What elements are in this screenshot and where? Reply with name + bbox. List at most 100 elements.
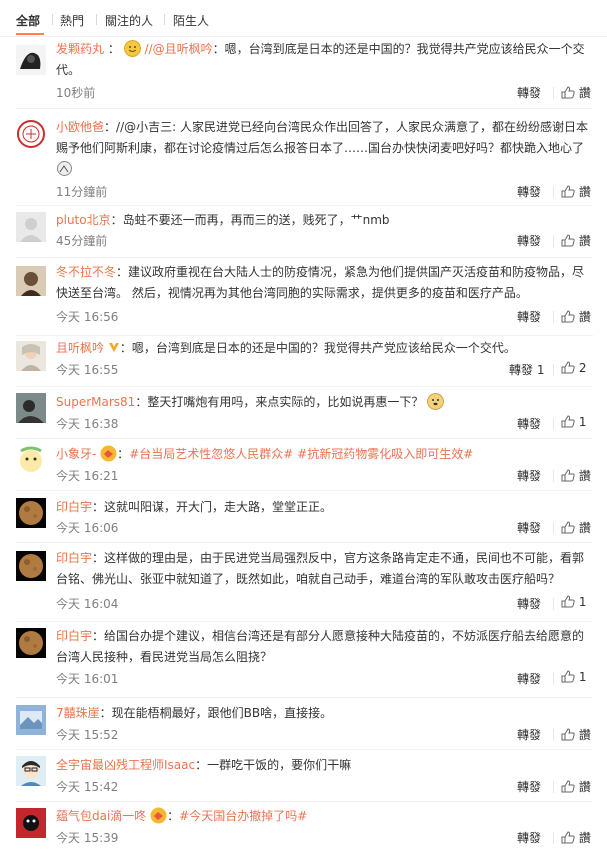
comment-item: 小欧他爸：//@小吉三: 人家民进党已经向台湾民众作出回答了，人家民众满意了，都… bbox=[16, 109, 593, 206]
comment-item: SuperMars81：整天打嘴炮有用吗，来点实际的，比如说再惠一下？ 今天 1… bbox=[16, 387, 593, 439]
avatar[interactable] bbox=[16, 628, 46, 658]
avatar[interactable] bbox=[16, 266, 46, 296]
username[interactable]: 小欧他爸 bbox=[56, 120, 104, 134]
comment-time: 今天 16:56 bbox=[56, 310, 119, 324]
member-badge-icon bbox=[100, 445, 117, 462]
comment-time: 今天 15:39 bbox=[56, 831, 119, 845]
thumbs-up-icon bbox=[561, 361, 575, 374]
verified-badge-icon bbox=[108, 343, 119, 352]
member-badge-icon bbox=[150, 807, 167, 824]
tab-following[interactable]: 關注的人 bbox=[105, 12, 153, 29]
username[interactable]: 小象牙- bbox=[56, 447, 96, 461]
username[interactable]: 印白宇 bbox=[56, 551, 92, 565]
comment-item: 小象牙- ：#台当局艺术性忽悠人民群众# #抗新冠药物雾化吸入即可生效# 今天 … bbox=[16, 439, 593, 491]
repost-button[interactable]: 轉發 bbox=[517, 467, 541, 484]
avatar[interactable] bbox=[16, 45, 46, 75]
like-count: 1 bbox=[578, 670, 587, 684]
avatar[interactable] bbox=[16, 212, 46, 242]
like-button[interactable]: 讚 bbox=[561, 778, 591, 795]
thumbs-up-icon bbox=[561, 234, 575, 247]
comment-time: 45分鐘前 bbox=[56, 234, 108, 248]
like-button[interactable]: 2 bbox=[561, 361, 586, 375]
repost-button[interactable]: 轉發 bbox=[517, 183, 541, 200]
avatar[interactable] bbox=[16, 341, 46, 371]
like-button[interactable]: 1 bbox=[561, 595, 586, 609]
repost-button[interactable]: 轉發 bbox=[517, 308, 541, 325]
comment-time: 今天 16:21 bbox=[56, 469, 119, 483]
like-button[interactable]: 讚 bbox=[561, 308, 591, 325]
comment-item: 且听枫吟 ：嗯，台湾到底是日本的还是中国的？我觉得共产党应该给民众一个交代。 今… bbox=[16, 336, 593, 387]
repost-button[interactable]: 轉發 bbox=[517, 670, 541, 687]
comment-text: 整天打嘴炮有用吗，来点实际的，比如说再惠一下？ bbox=[147, 395, 424, 409]
thumbs-up-icon bbox=[561, 595, 575, 608]
repost-button[interactable]: 轉發 bbox=[517, 84, 541, 101]
comment-item: 冬不拉不冬：建议政府重视在台大陆人士的防疫情况，紧急为他们提供国产灭活疫苗和防疫… bbox=[16, 258, 593, 336]
avatar[interactable] bbox=[16, 119, 46, 149]
thumbs-up-icon bbox=[561, 521, 575, 534]
mention-link[interactable]: //@且听枫吟 bbox=[145, 42, 213, 56]
like-button[interactable]: 讚 bbox=[561, 467, 591, 484]
avatar[interactable] bbox=[16, 498, 46, 528]
doge-emoji-icon bbox=[427, 393, 445, 410]
like-button[interactable]: 讚 bbox=[561, 183, 591, 200]
username[interactable]: 印白宇 bbox=[56, 629, 92, 643]
username[interactable]: SuperMars81 bbox=[56, 395, 135, 409]
comment-time: 今天 16:06 bbox=[56, 521, 119, 535]
like-count: 1 bbox=[578, 415, 587, 429]
username[interactable]: 印白宇 bbox=[56, 500, 92, 514]
filter-tabs: 全部 熱門 關注的人 陌生人 bbox=[0, 0, 607, 37]
like-button[interactable]: 1 bbox=[561, 415, 586, 429]
username[interactable]: 全宇宙最凶残工程师Isaac bbox=[56, 758, 195, 772]
topic-link[interactable]: #今天国台办撤掉了吗# bbox=[179, 809, 307, 823]
comment-list: 发颗药丸 ： //@且听枫吟：嗯，台湾到底是日本的还是中国的？我觉得共产党应该给… bbox=[16, 37, 593, 850]
like-count: 1 bbox=[578, 595, 587, 609]
active-tab-indicator bbox=[16, 33, 44, 35]
repost-button[interactable]: 轉發 bbox=[517, 519, 541, 536]
username[interactable]: 发颗药丸 bbox=[56, 42, 104, 56]
repost-button[interactable]: 轉發 bbox=[517, 726, 541, 743]
repost-button[interactable]: 轉發 bbox=[517, 232, 541, 249]
repost-button[interactable]: 轉發 bbox=[517, 778, 541, 795]
repost-button[interactable]: 轉發 bbox=[517, 415, 541, 432]
thumbs-up-icon bbox=[561, 310, 575, 323]
comment-item: 7囍珠崖：现在能梧桐最好，跟他们BB啥，直接接。 今天 15:52 轉發 讚 bbox=[16, 698, 593, 750]
like-button[interactable]: 讚 bbox=[561, 84, 591, 101]
thumbs-up-icon bbox=[561, 415, 575, 428]
tab-all[interactable]: 全部 bbox=[16, 12, 40, 29]
thumbs-up-icon bbox=[561, 469, 575, 482]
thumbs-up-icon bbox=[561, 780, 575, 793]
comment-time: 今天 15:52 bbox=[56, 728, 119, 742]
repost-button[interactable]: 轉發 bbox=[517, 595, 541, 612]
repost-button[interactable]: 轉發 1 bbox=[509, 361, 544, 378]
comment-text: 嗯，台湾到底是日本的还是中国的？我觉得共产党应该给民众一个交代。 bbox=[131, 341, 516, 355]
username[interactable]: 冬不拉不冬 bbox=[56, 265, 116, 279]
comment-text: 岛蛀不要还一而再，再而三的送，贱死了，艹nmb bbox=[122, 213, 390, 227]
like-button[interactable]: 讚 bbox=[561, 726, 591, 743]
comment-item: 印白宇：这就叫阳谋，开大门，走大路，堂堂正正。 今天 16:06 轉發 讚 bbox=[16, 491, 593, 543]
comment-time: 11分鐘前 bbox=[56, 185, 108, 199]
avatar[interactable] bbox=[16, 445, 46, 475]
topic-link[interactable]: #抗新冠药物雾化吸入即可生效# bbox=[297, 447, 473, 461]
comment-time: 今天 16:38 bbox=[56, 417, 119, 431]
like-button[interactable]: 讚 bbox=[561, 232, 591, 249]
username[interactable]: 蕴气包dai滴一咚 bbox=[56, 809, 146, 823]
avatar[interactable] bbox=[16, 393, 46, 423]
username[interactable]: 且听枫吟 bbox=[56, 341, 104, 355]
like-button[interactable]: 1 bbox=[561, 670, 586, 684]
repost-button[interactable]: 轉發 bbox=[517, 829, 541, 846]
avatar[interactable] bbox=[16, 808, 46, 838]
avatar[interactable] bbox=[16, 756, 46, 786]
repost-count: 1 bbox=[536, 363, 545, 377]
thumbs-up-icon bbox=[561, 670, 575, 683]
tab-hot[interactable]: 熱門 bbox=[60, 12, 84, 29]
avatar[interactable] bbox=[16, 705, 46, 735]
username[interactable]: 7囍珠崖 bbox=[56, 706, 100, 720]
topic-link[interactable]: #台当局艺术性忽悠人民群众# bbox=[129, 447, 293, 461]
avatar[interactable] bbox=[16, 551, 46, 581]
like-button[interactable]: 讚 bbox=[561, 519, 591, 536]
thumbs-up-icon bbox=[561, 185, 575, 198]
comment-time: 今天 16:04 bbox=[56, 597, 119, 611]
like-button[interactable]: 讚 bbox=[561, 829, 591, 846]
username[interactable]: pluto北京 bbox=[56, 213, 111, 227]
tab-strangers[interactable]: 陌生人 bbox=[173, 12, 209, 29]
